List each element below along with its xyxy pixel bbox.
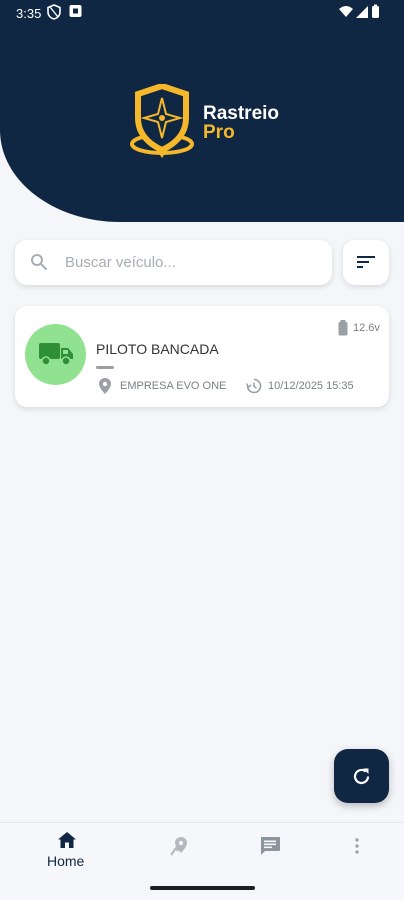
gesture-home-indicator[interactable]: [150, 886, 255, 890]
vehicle-card[interactable]: PILOTO BANCADA 12.6v EMPRESA EVO ONE 10/…: [15, 306, 389, 407]
vehicle-avatar: [25, 324, 86, 385]
history-clock-icon: [246, 378, 262, 399]
nav-home-label: Home: [47, 853, 85, 869]
vehicle-name: PILOTO BANCADA: [96, 341, 219, 357]
battery-voltage: 12.6v: [353, 322, 380, 334]
notification-status-icon: [69, 4, 82, 21]
nav-home[interactable]: Home: [40, 823, 95, 878]
refresh-icon: [353, 768, 370, 785]
nav-more[interactable]: [350, 823, 370, 863]
search-bar[interactable]: [15, 240, 332, 285]
logo-pin-icon: [130, 82, 194, 158]
home-icon: [58, 832, 76, 848]
vehicle-company: EMPRESA EVO ONE: [120, 380, 227, 392]
system-status-icons: [339, 4, 379, 18]
shield-status-icon: [47, 4, 61, 23]
status-bar: 3:35: [0, 0, 404, 28]
logo-text: Rastreio Pro: [203, 104, 279, 142]
search-input[interactable]: [65, 240, 320, 285]
more-vert-icon: [355, 838, 359, 854]
nav-map[interactable]: [168, 823, 194, 863]
location-pin-icon: [99, 378, 111, 399]
nav-messages[interactable]: [258, 823, 284, 863]
status-indicator-bar: [96, 366, 114, 369]
last-update-time: 10/12/2025 15:35: [268, 380, 354, 392]
status-time: 3:35: [16, 6, 42, 21]
logo-name-line2: Pro: [203, 122, 235, 143]
sort-filter-button[interactable]: [343, 240, 389, 285]
truck-icon: [39, 343, 73, 366]
brand-logo: Rastreio Pro: [128, 82, 288, 164]
refresh-button[interactable]: [334, 749, 389, 803]
chat-icon: [261, 837, 280, 855]
logo-name-line1: Rastreio: [203, 103, 280, 124]
search-icon: [30, 253, 48, 276]
sort-icon: [357, 256, 375, 268]
map-pin-icon: [170, 837, 187, 856]
battery-icon: [338, 320, 348, 341]
